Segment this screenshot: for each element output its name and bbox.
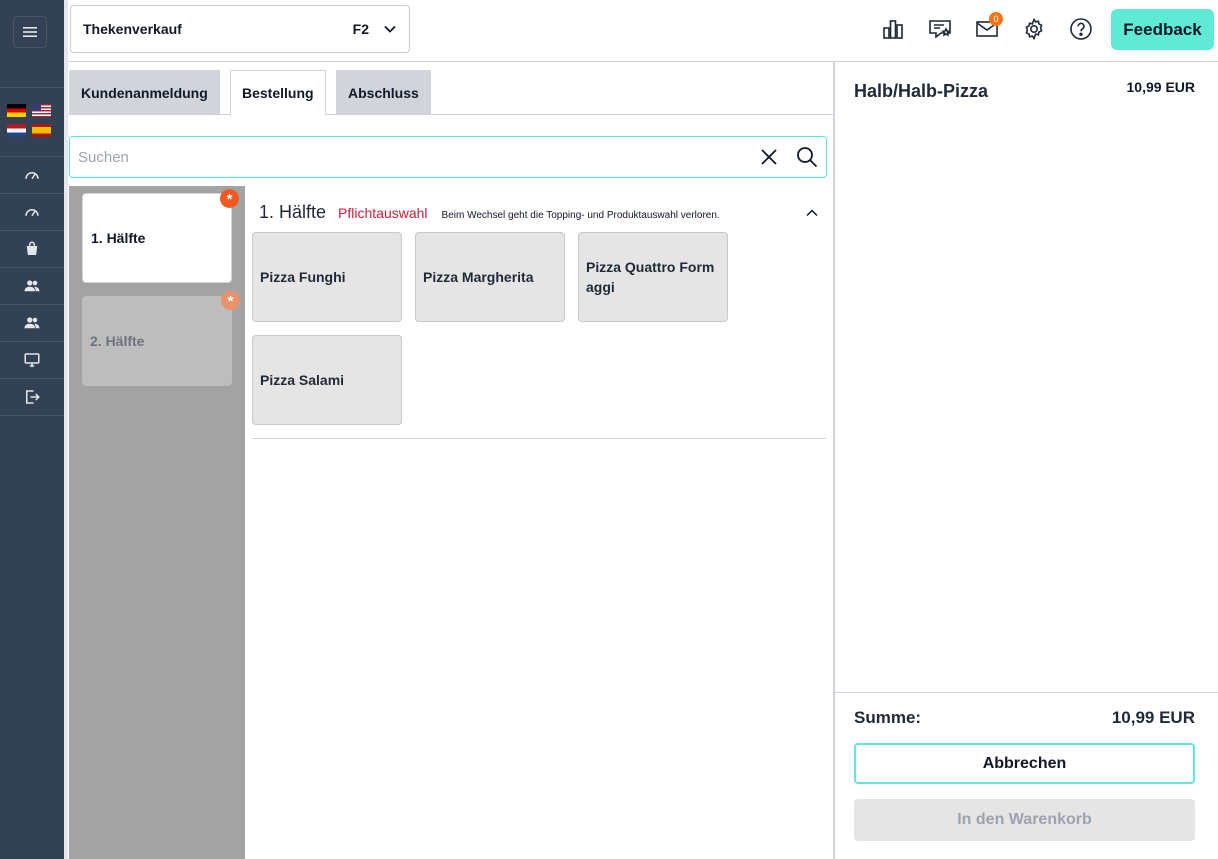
logout-icon: [26, 390, 40, 404]
settings-button[interactable]: [1020, 14, 1048, 44]
message-star-icon: [929, 20, 951, 39]
help-icon: [1070, 18, 1092, 40]
cart-panel: Halb/Halb-Pizza 10,99 EUR Summe: 10,99 E…: [835, 62, 1218, 859]
menu-toggle-button[interactable]: [13, 16, 47, 48]
search-icon: [797, 147, 818, 168]
search-button[interactable]: [788, 138, 826, 176]
half-item-second[interactable]: 2. Hälfte *: [82, 291, 240, 386]
rail-item-display[interactable]: [0, 342, 64, 379]
add-to-cart-button[interactable]: In den Warenkorb: [854, 799, 1195, 841]
close-icon: [761, 149, 777, 165]
group-header: 1. Hälfte Pflichtauswahl Beim Wechsel ge…: [259, 202, 720, 223]
group-title: 1. Hälfte: [259, 202, 327, 222]
rail-divider: [0, 87, 64, 88]
sales-mode-hotkey: F2: [352, 21, 369, 37]
tab-order[interactable]: Bestellung: [230, 70, 326, 116]
language-switcher: [7, 104, 53, 137]
required-label: Pflichtauswahl: [338, 205, 428, 221]
messages-button[interactable]: 0: [973, 12, 1003, 44]
half-item-first[interactable]: 1. Hälfte *: [82, 189, 239, 283]
group-divider: [252, 438, 826, 439]
left-rail: [0, 0, 64, 859]
product-name: Pizza Salami: [260, 372, 345, 388]
rail-item-dashboard[interactable]: [0, 157, 64, 194]
chevron-up-icon[interactable]: [804, 205, 820, 221]
search-input[interactable]: [70, 138, 750, 176]
sales-mode-label: Thekenverkauf: [83, 21, 182, 37]
app: Thekenverkauf F2 0 Feedback Kundenanmeld…: [0, 0, 1218, 859]
tab-checkout[interactable]: Abschluss: [336, 70, 431, 115]
sum-value: 10,99 EUR: [1111, 708, 1195, 727]
users-icon: [24, 317, 40, 329]
help-button[interactable]: [1067, 14, 1095, 44]
group-hint: Beim Wechsel geht die Topping- und Produ…: [441, 210, 720, 221]
rail-item-customers[interactable]: [0, 268, 64, 305]
flag-de-icon[interactable]: [7, 104, 26, 117]
clear-search-button[interactable]: [750, 138, 788, 176]
flag-es-icon[interactable]: [32, 124, 51, 137]
half-label: 2. Hälfte: [90, 333, 145, 349]
product-card[interactable]: Pizza Quattro Form aggi: [578, 232, 728, 322]
product-card[interactable]: Pizza Salami: [252, 335, 402, 425]
required-marker-icon: *: [220, 189, 239, 208]
product-name: Pizza Margherita: [423, 269, 534, 285]
sum-label: Summe:: [854, 708, 922, 727]
cancel-button[interactable]: Abbrechen: [854, 743, 1195, 784]
rail-item-shop[interactable]: [0, 231, 64, 268]
feedback-button[interactable]: Feedback: [1111, 9, 1214, 50]
shopping-bag-icon: [26, 241, 38, 255]
gear-icon: [1025, 17, 1043, 41]
speedometer-icon: [25, 172, 39, 180]
users-icon: [24, 280, 40, 292]
chevron-down-icon: [384, 25, 396, 33]
mail-count-badge: 0: [989, 12, 1003, 26]
product-selection: 1. Hälfte Pflichtauswahl Beim Wechsel ge…: [245, 186, 833, 859]
cart-divider: [835, 692, 1218, 693]
cart-item-price: 10,99 EUR: [1126, 79, 1195, 95]
cart-item-title: Halb/Halb-Pizza: [854, 81, 989, 101]
rail-item-dashboard-2[interactable]: [0, 194, 64, 231]
rail-item-logout[interactable]: [0, 379, 64, 416]
rail-gutter: [64, 0, 68, 859]
speedometer-icon: [25, 209, 39, 217]
top-header: Thekenverkauf F2 0 Feedback: [68, 0, 1218, 62]
pizza-halves-list: 1. Hälfte * 2. Hälfte *: [69, 186, 245, 859]
product-card[interactable]: Pizza Funghi: [252, 232, 402, 322]
flag-nl-icon[interactable]: [7, 124, 26, 137]
rail-item-staff[interactable]: [0, 305, 64, 342]
monitor-icon: [24, 353, 40, 367]
flag-us-icon[interactable]: [32, 104, 51, 117]
order-tabs: Kundenanmeldung Bestellung Abschluss: [68, 62, 833, 116]
bar-chart-icon: [883, 20, 903, 39]
statistics-button[interactable]: [879, 14, 907, 44]
product-name: Pizza Funghi: [260, 269, 346, 285]
reviews-button[interactable]: [926, 14, 954, 44]
product-card[interactable]: Pizza Margherita: [415, 232, 565, 322]
hamburger-icon: [23, 27, 37, 37]
product-name: Pizza Quattro Form aggi: [586, 259, 715, 295]
required-marker-icon: *: [221, 291, 240, 310]
half-label: 1. Hälfte: [91, 230, 146, 246]
search-bar: [69, 136, 827, 178]
tab-customer-login[interactable]: Kundenanmeldung: [69, 70, 220, 115]
sales-mode-select[interactable]: Thekenverkauf F2: [70, 5, 410, 53]
